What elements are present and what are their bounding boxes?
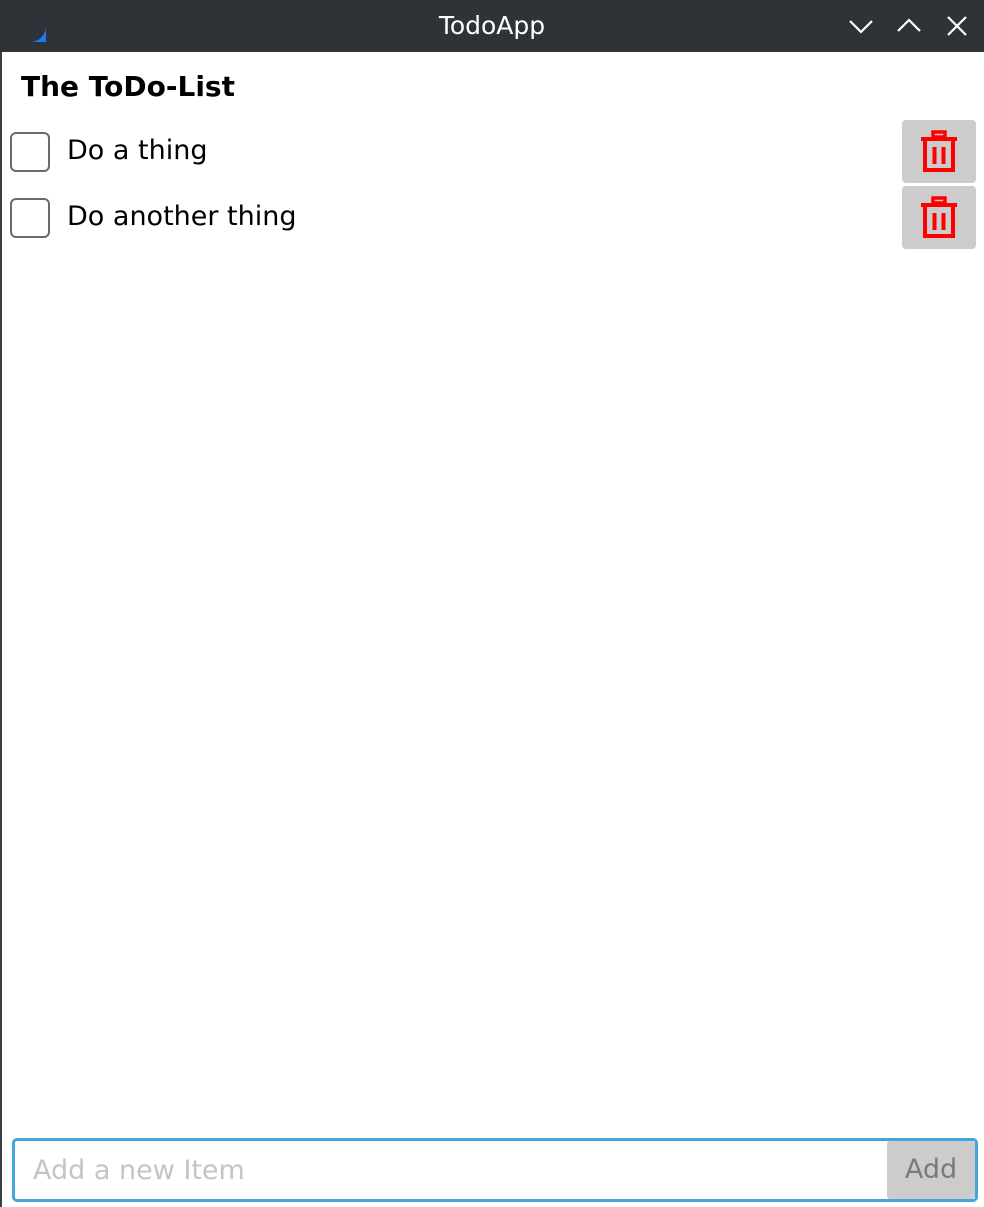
minimize-button[interactable] xyxy=(847,12,875,40)
window-title: TodoApp xyxy=(438,11,546,40)
delete-item-button[interactable] xyxy=(902,186,976,249)
todo-item: Do another thing xyxy=(2,185,982,251)
new-item-input[interactable] xyxy=(15,1141,887,1199)
todo-item-label: Do a thing xyxy=(67,135,208,166)
maximize-button[interactable] xyxy=(895,12,923,40)
close-button[interactable] xyxy=(943,12,971,40)
chevron-down-icon xyxy=(849,20,873,34)
todo-checkbox[interactable] xyxy=(10,198,50,238)
add-button[interactable]: Add xyxy=(887,1141,975,1199)
close-icon xyxy=(947,16,967,36)
trash-icon xyxy=(921,130,957,172)
delete-item-button[interactable] xyxy=(902,120,976,183)
todo-checkbox[interactable] xyxy=(10,132,50,172)
todo-item-label: Do another thing xyxy=(67,201,297,232)
page-title: The ToDo-List xyxy=(21,70,235,103)
chevron-up-icon xyxy=(897,18,921,32)
todo-item: Do a thing xyxy=(2,119,982,185)
app-window: TodoApp The ToDo-List Do a thing Do anot… xyxy=(0,0,984,1207)
trash-icon xyxy=(921,196,957,238)
add-item-bar: Add xyxy=(12,1138,978,1202)
title-bar[interactable]: TodoApp xyxy=(0,0,984,52)
